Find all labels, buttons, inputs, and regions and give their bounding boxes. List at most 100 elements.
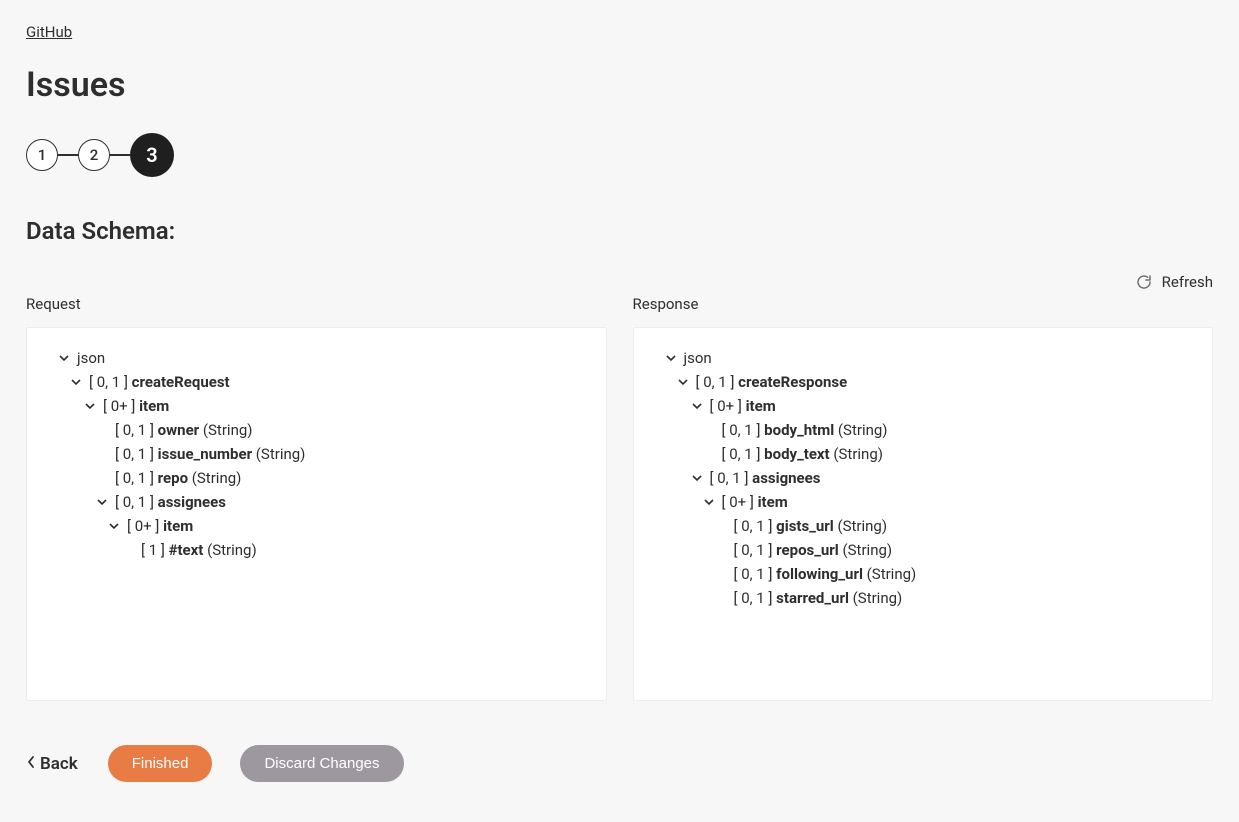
tree-node-repo[interactable]: [ 0, 1 ] repo (String) <box>45 466 588 490</box>
tree-node-label: json <box>77 346 105 370</box>
tree-node-type: (String) <box>207 538 257 562</box>
request-panel: json [ 0, 1 ] createRequest [ 0+ ] item <box>26 327 607 701</box>
chevron-down-icon[interactable] <box>690 399 704 413</box>
tree-node-card: [ 0+ ] <box>127 514 159 538</box>
tree-node-type: (String) <box>843 538 893 562</box>
tree-node-card: [ 0, 1 ] <box>734 538 773 562</box>
back-button[interactable]: Back <box>26 754 78 774</box>
tree-node-card: [ 0, 1 ] <box>89 370 128 394</box>
tree-node-type: (String) <box>833 442 883 466</box>
tree-node-card: [ 0, 1 ] <box>734 586 773 610</box>
tree-node-name: item <box>746 394 776 418</box>
request-header: Request <box>26 295 607 313</box>
refresh-icon <box>1136 274 1152 290</box>
tree-node-card: [ 0+ ] <box>722 490 754 514</box>
chevron-down-icon[interactable] <box>690 471 704 485</box>
tree-node-item[interactable]: [ 0+ ] item <box>45 394 588 418</box>
tree-node-json[interactable]: json <box>45 346 588 370</box>
tree-node-text[interactable]: [ 1 ] #text (String) <box>45 538 588 562</box>
tree-node-card: [ 0, 1 ] <box>710 466 749 490</box>
tree-node-name: gists_url <box>776 514 834 538</box>
response-column: Response json [ 0, 1 ] createResponse <box>633 295 1214 701</box>
chevron-down-icon[interactable] <box>95 495 109 509</box>
chevron-down-icon[interactable] <box>107 519 121 533</box>
response-header: Response <box>633 295 1214 313</box>
request-column: Request json [ 0, 1 ] createRequest [ <box>26 295 607 701</box>
tree-node-name: item <box>758 490 788 514</box>
tree-node-name: item <box>163 514 193 538</box>
tree-node-card: [ 0, 1 ] <box>115 466 154 490</box>
response-panel: json [ 0, 1 ] createResponse [ 0+ ] item <box>633 327 1214 701</box>
tree-node-type: (String) <box>867 562 917 586</box>
tree-node-item2[interactable]: [ 0+ ] item <box>652 490 1195 514</box>
tree-node-assignees[interactable]: [ 0, 1 ] assignees <box>652 466 1195 490</box>
tree-node-name: createResponse <box>738 370 847 394</box>
tree-node-repos-url[interactable]: [ 0, 1 ] repos_url (String) <box>652 538 1195 562</box>
step-2[interactable]: 2 <box>78 139 110 171</box>
tree-node-name: #text <box>169 538 204 562</box>
tree-node-name: createRequest <box>132 370 230 394</box>
step-1[interactable]: 1 <box>26 139 58 171</box>
chevron-down-icon[interactable] <box>83 399 97 413</box>
section-title: Data Schema: <box>26 217 1213 245</box>
tree-node-item[interactable]: [ 0+ ] item <box>652 394 1195 418</box>
refresh-label: Refresh <box>1162 273 1213 291</box>
tree-node-name: starred_url <box>776 586 849 610</box>
tree-node-type: (String) <box>838 418 888 442</box>
chevron-down-icon[interactable] <box>676 375 690 389</box>
tree-node-assignees[interactable]: [ 0, 1 ] assignees <box>45 490 588 514</box>
tree-node-body-text[interactable]: [ 0, 1 ] body_text (String) <box>652 442 1195 466</box>
tree-node-type: (String) <box>203 418 253 442</box>
step-connector <box>58 154 78 156</box>
tree-node-card: [ 0, 1 ] <box>734 514 773 538</box>
tree-node-name: owner <box>158 418 199 442</box>
chevron-down-icon[interactable] <box>57 351 71 365</box>
step-3[interactable]: 3 <box>130 133 174 177</box>
tree-node-item2[interactable]: [ 0+ ] item <box>45 514 588 538</box>
tree-node-name: repos_url <box>776 538 839 562</box>
tree-node-name: assignees <box>752 466 820 490</box>
tree-node-type: (String) <box>192 466 242 490</box>
tree-node-card: [ 0, 1 ] <box>722 418 761 442</box>
tree-node-label: json <box>684 346 712 370</box>
chevron-down-icon[interactable] <box>702 495 716 509</box>
tree-node-body-html[interactable]: [ 0, 1 ] body_html (String) <box>652 418 1195 442</box>
tree-node-json[interactable]: json <box>652 346 1195 370</box>
tree-node-name: issue_number <box>158 442 252 466</box>
stepper: 1 2 3 <box>26 133 1213 177</box>
chevron-down-icon[interactable] <box>69 375 83 389</box>
tree-node-type: (String) <box>256 442 306 466</box>
step-connector <box>110 154 130 156</box>
tree-node-card: [ 0, 1 ] <box>115 490 154 514</box>
finished-button[interactable]: Finished <box>108 745 213 782</box>
tree-node-card: [ 0, 1 ] <box>722 442 761 466</box>
tree-node-card: [ 0, 1 ] <box>115 442 154 466</box>
tree-node-name: repo <box>158 466 188 490</box>
refresh-button[interactable]: Refresh <box>26 273 1213 291</box>
tree-node-issue-number[interactable]: [ 0, 1 ] issue_number (String) <box>45 442 588 466</box>
tree-node-createRequest[interactable]: [ 0, 1 ] createRequest <box>45 370 588 394</box>
page-title: Issues <box>26 65 1213 105</box>
tree-node-owner[interactable]: [ 0, 1 ] owner (String) <box>45 418 588 442</box>
tree-node-name: following_url <box>776 562 863 586</box>
tree-node-name: assignees <box>158 490 226 514</box>
tree-node-card: [ 0, 1 ] <box>115 418 154 442</box>
tree-node-type: (String) <box>853 586 903 610</box>
tree-node-following-url[interactable]: [ 0, 1 ] following_url (String) <box>652 562 1195 586</box>
tree-node-gists-url[interactable]: [ 0, 1 ] gists_url (String) <box>652 514 1195 538</box>
chevron-down-icon[interactable] <box>664 351 678 365</box>
back-label: Back <box>40 754 78 774</box>
discard-changes-button[interactable]: Discard Changes <box>240 745 403 782</box>
tree-node-type: (String) <box>837 514 887 538</box>
tree-node-card: [ 0, 1 ] <box>734 562 773 586</box>
tree-node-card: [ 1 ] <box>141 538 165 562</box>
tree-node-card: [ 0+ ] <box>710 394 742 418</box>
tree-node-name: item <box>139 394 169 418</box>
chevron-left-icon <box>26 754 36 774</box>
tree-node-name: body_html <box>764 418 834 442</box>
breadcrumb-link[interactable]: GitHub <box>26 23 72 41</box>
tree-node-name: body_text <box>764 442 829 466</box>
tree-node-starred-url[interactable]: [ 0, 1 ] starred_url (String) <box>652 586 1195 610</box>
tree-node-card: [ 0, 1 ] <box>696 370 735 394</box>
tree-node-createResponse[interactable]: [ 0, 1 ] createResponse <box>652 370 1195 394</box>
